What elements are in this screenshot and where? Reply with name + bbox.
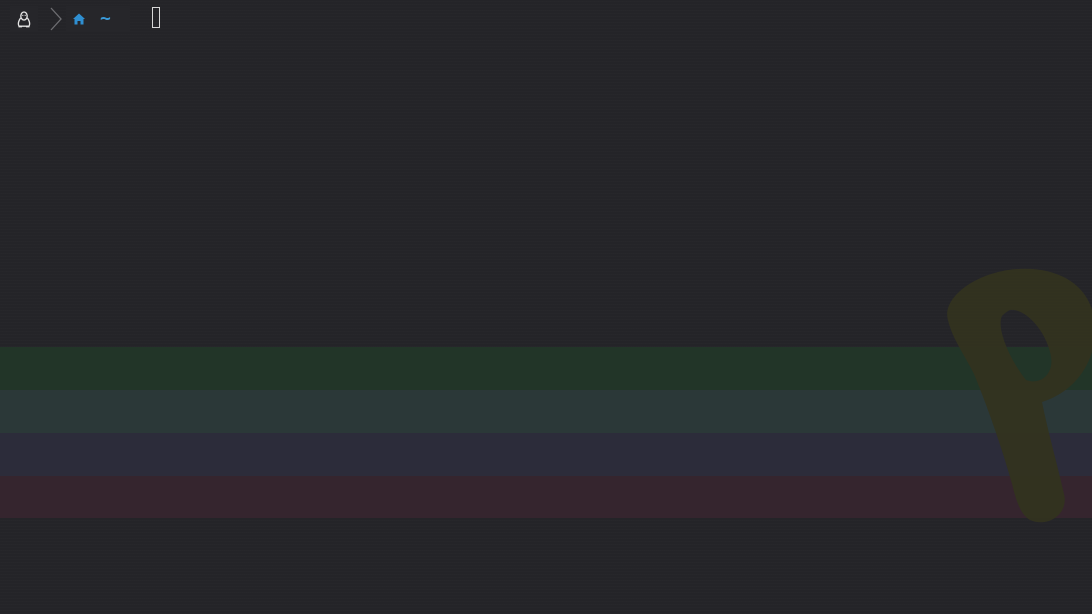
prompt-path-segment: ~ [66,6,130,32]
current-directory: ~ [100,8,111,29]
background-band-rose [0,476,1092,518]
prompt-os-segment [10,6,38,32]
linux-penguin-icon [17,10,31,27]
chevron-right-icon [50,7,62,31]
background-band-slate [0,433,1092,476]
shell-prompt: ~ [0,0,1092,38]
home-icon [73,13,85,25]
background-band-green [0,347,1092,390]
block-cursor-icon [152,7,160,28]
background-band-teal [0,390,1092,433]
p-logo-watermark-icon [947,268,1092,523]
terminal-window[interactable]: ~ [0,0,1092,614]
